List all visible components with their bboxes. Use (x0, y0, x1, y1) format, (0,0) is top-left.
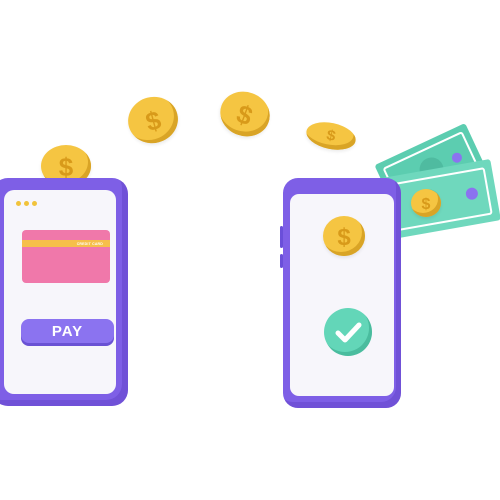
power-button (280, 254, 283, 268)
sender-phone-screen: CREDIT CARD PAY (4, 190, 116, 394)
volume-button (280, 226, 283, 248)
dollar-coin-icon: $ (213, 84, 277, 144)
dollar-coin-icon: $ (323, 216, 365, 256)
pay-button[interactable]: PAY (21, 319, 114, 343)
status-dots (16, 201, 37, 206)
svg-text:$: $ (233, 98, 257, 131)
card-label: CREDIT CARD (76, 242, 103, 246)
svg-text:$: $ (337, 224, 351, 251)
checkmark-icon (324, 308, 372, 356)
status-dot (24, 201, 29, 206)
credit-card-icon[interactable]: CREDIT CARD (22, 230, 110, 283)
receiver-phone: $ (280, 178, 401, 408)
dollar-coin-icon: $ (303, 118, 359, 154)
status-dot (32, 201, 37, 206)
dollar-coin-icon: $ (411, 189, 441, 217)
dollar-coin-icon: $ (122, 91, 184, 149)
status-dot (16, 201, 21, 206)
sender-phone: CREDIT CARD PAY (0, 178, 128, 406)
receiver-phone-screen: $ (290, 194, 394, 396)
svg-text:$: $ (325, 127, 338, 145)
svg-text:$: $ (422, 196, 431, 213)
svg-text:$: $ (142, 104, 164, 137)
